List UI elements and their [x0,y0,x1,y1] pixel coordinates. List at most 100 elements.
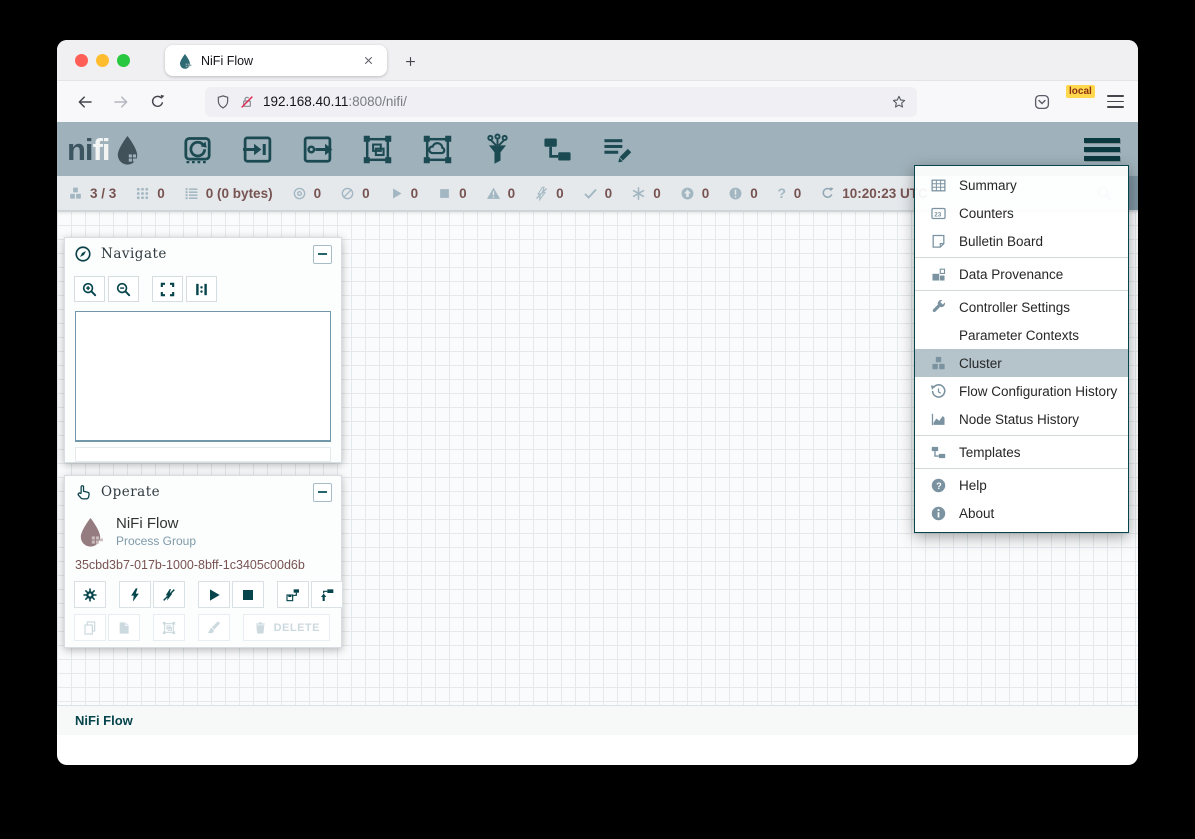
back-button[interactable] [71,88,99,116]
nifi-app: nifi 3 / 300 (0 bytes)0000000000?0 10:20… [57,122,1138,765]
menu-item-help[interactable]: Help [915,471,1128,499]
close-window-button[interactable] [75,54,88,67]
browser-tab[interactable]: NiFi Flow [165,45,387,76]
bookmark-star-icon[interactable] [891,94,907,110]
disable-button[interactable] [153,581,185,608]
browser-menu-icon[interactable] [1107,95,1124,108]
profile-avatar[interactable]: local [1067,90,1091,114]
menu-item-flow-configuration-history[interactable]: Flow Configuration History [915,377,1128,405]
url-text: 192.168.40.11:8080/nifi/ [263,94,407,109]
stop-button[interactable] [232,581,264,608]
shield-icon[interactable] [215,94,231,110]
stat-up-to-date-versioned: 0 [583,186,613,201]
menu-item-label: Templates [959,445,1021,460]
pocket-icon[interactable] [1033,93,1051,111]
forward-button[interactable] [107,88,135,116]
hand-pointer-icon [74,483,92,501]
remote-process-group-tool[interactable] [421,133,454,166]
zoom-out-button[interactable] [108,276,139,302]
menu-item-bulletin-board[interactable]: Bulletin Board [915,227,1128,255]
birdseye-minimap[interactable] [75,311,331,442]
template-tool[interactable] [541,133,574,166]
menu-item-about[interactable]: About [915,499,1128,527]
zoom-in-button[interactable] [74,276,105,302]
menu-divider [915,435,1128,436]
menu-item-data-provenance[interactable]: Data Provenance [915,260,1128,288]
menu-item-controller-settings[interactable]: Controller Settings [915,293,1128,321]
new-tab-button[interactable] [398,49,422,73]
url-bar[interactable]: 192.168.40.11:8080/nifi/ [205,87,917,117]
configuration-button[interactable] [74,581,106,608]
menu-item-cluster[interactable]: Cluster [915,349,1128,377]
menu-item-summary[interactable]: Summary [915,171,1128,199]
change-color-button[interactable] [198,614,230,641]
nifi-logo: nifi [67,134,143,165]
stat-value: 0 [794,186,802,201]
global-menu-button[interactable] [1084,138,1120,161]
menu-item-label: Data Provenance [959,267,1063,282]
compass-icon [74,245,92,263]
menu-item-counters[interactable]: Counters [915,199,1128,227]
group-button[interactable] [153,614,185,641]
menu-item-node-status-history[interactable]: Node Status History [915,405,1128,433]
menu-divider [915,290,1128,291]
flow-icon [928,444,948,461]
menu-item-parameter-contexts[interactable]: Parameter Contexts [915,321,1128,349]
zoom-actual-button[interactable] [186,276,217,302]
stat-locally-modified-stale-versioned: 0 [728,186,758,201]
save-template-button[interactable] [277,581,309,608]
menu-item-label: Parameter Contexts [959,328,1079,343]
processor-tool[interactable] [181,133,214,166]
upload-template-button[interactable] [311,581,343,608]
global-menu: Summary CountersBulletin Board Data Proven… [914,165,1129,533]
stat-sync-failure-versioned: ?0 [777,185,802,201]
navigate-title: Navigate [101,246,167,262]
menu-item-label: Cluster [959,356,1002,371]
tab-close-icon[interactable] [358,51,378,71]
input-port-tool[interactable] [241,133,274,166]
funnel-tool[interactable] [481,133,514,166]
reload-button[interactable] [143,88,171,116]
navigate-palette: Navigate [64,237,342,463]
delete-button[interactable]: DELETE [243,614,330,641]
stat-locally-modified-versioned: 0 [631,186,661,201]
tab-favicon-nifi-icon [177,53,193,69]
operate-buttons-row1 [65,572,341,608]
navigate-collapse-button[interactable] [313,245,332,264]
insecure-lock-icon[interactable] [239,94,255,110]
breadcrumb-root[interactable]: NiFi Flow [75,713,133,728]
stat-value: 0 (0 bytes) [206,186,273,201]
up-circle-icon [680,186,695,201]
check-icon [583,186,598,201]
asterisk-icon [631,186,646,201]
stat-value: 0 [157,186,165,201]
stat-value: 3 / 3 [90,186,116,201]
start-button[interactable] [198,581,230,608]
icircle-icon [928,505,948,522]
copy-button[interactable] [74,614,106,641]
stat-value: 0 [459,186,467,201]
minimize-window-button[interactable] [96,54,109,67]
output-port-tool[interactable] [301,133,334,166]
stat-value: 0 [653,186,661,201]
enable-button[interactable] [119,581,151,608]
stop-icon [437,186,452,201]
paste-button[interactable] [108,614,140,641]
stat-clustered-nodes: 3 / 3 [68,186,116,201]
stat-running-components: 0 [389,186,419,201]
label-tool[interactable] [601,133,634,166]
excl-circle-icon [728,186,743,201]
stat-invalid-components: 0 [486,186,516,201]
process-group-tool[interactable] [361,133,394,166]
zoom-fit-button[interactable] [152,276,183,302]
qcircle-icon [928,477,948,494]
stat-value: 0 [702,186,710,201]
component-toolbar [181,133,634,166]
refresh-icon[interactable] [820,186,835,201]
operate-collapse-button[interactable] [313,483,332,502]
menu-item-label: Summary [959,178,1017,193]
navbar-right-icons: local [1033,90,1124,114]
last-refreshed[interactable]: 10:20:23 UTC [820,186,928,201]
zoom-window-button[interactable] [117,54,130,67]
menu-item-templates[interactable]: Templates [915,438,1128,466]
